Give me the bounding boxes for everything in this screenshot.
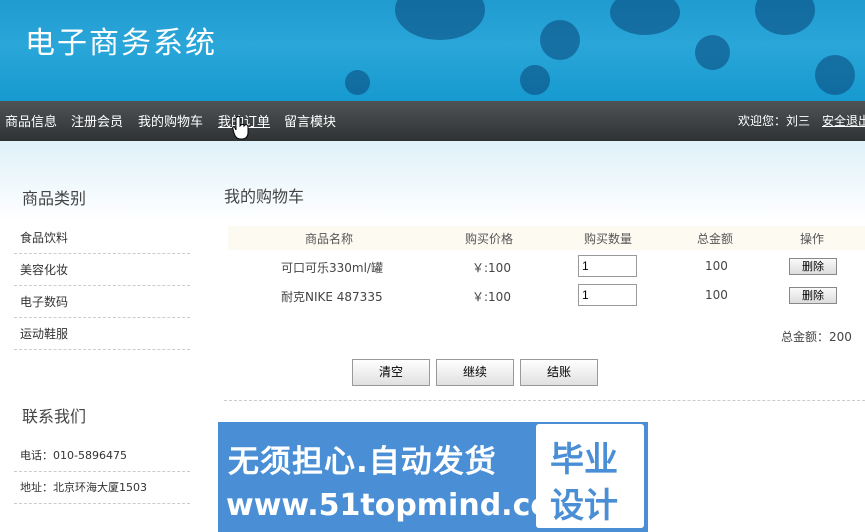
column-header: 购买数量 [584,232,633,246]
column-header: 总金额 [697,232,734,246]
nav-item-cart[interactable]: 我的购物车 [138,111,203,130]
header-decoration [695,35,730,70]
banner-badge: 毕业 设计 [536,424,644,528]
category-title: 商品类别 [22,189,87,208]
header-decoration [345,70,370,95]
banner-url: www.51topmind.com [226,488,583,523]
delete-button[interactable]: 删除 [789,258,837,275]
quantity-input[interactable] [578,284,637,306]
main-nav: 商品信息 注册会员 我的购物车 我的订单 留言模块 欢迎您：刘三 安全退出 [0,101,865,141]
product-name: 耐克NIKE 487335 [281,290,383,304]
hand-cursor-icon [232,116,249,140]
category-item[interactable]: 电子数码 [14,286,190,318]
header-decoration [520,65,550,95]
promo-banner[interactable]: 无须担心.自动发货 www.51topmind.com 毕业 设计 [218,422,648,532]
category-item[interactable]: 美容化妆 [14,254,190,286]
banner-badge-line2: 设计 [550,486,618,526]
clear-button[interactable]: 清空 [352,359,430,386]
row-amount: 100 [705,288,728,302]
checkout-button[interactable]: 结账 [520,359,598,386]
nav-item-products[interactable]: 商品信息 [5,111,57,130]
contact-address: 地址：北京环海大厦1503 [14,472,190,504]
contact-title: 联系我们 [22,407,87,426]
content-background [0,141,865,221]
cart-total: 总金额：200 [781,330,852,344]
welcome-text: 欢迎您：刘三 [738,114,811,128]
continue-button[interactable]: 继续 [436,359,514,386]
row-amount: 100 [705,259,728,273]
delete-button[interactable]: 删除 [789,287,837,304]
product-price: ￥:100 [472,261,511,275]
nav-item-register[interactable]: 注册会员 [71,111,123,130]
category-item[interactable]: 食品饮料 [14,222,190,254]
section-divider [224,400,865,401]
banner-badge-line1: 毕业 [550,440,618,480]
column-header: 商品名称 [305,232,354,246]
header-decoration [815,55,855,95]
column-header: 购买价格 [465,232,514,246]
header-decoration [755,0,815,35]
site-header: 电子商务系统 [0,0,865,101]
product-name: 可口可乐330ml/罐 [281,261,383,275]
contact-phone: 电话：010-5896475 [14,440,190,472]
header-decoration [540,20,580,60]
banner-slogan: 无须担心.自动发货 [228,444,497,480]
header-decoration [395,0,485,40]
cart-title: 我的购物车 [224,187,305,206]
nav-item-messages[interactable]: 留言模块 [284,111,336,130]
quantity-input[interactable] [578,255,637,277]
logout-link[interactable]: 安全退出 [822,112,865,129]
product-price: ￥:100 [472,290,511,304]
header-decoration [610,0,680,35]
site-title: 电子商务系统 [25,26,217,61]
column-header: 操作 [800,232,825,246]
category-item[interactable]: 运动鞋服 [14,318,190,350]
